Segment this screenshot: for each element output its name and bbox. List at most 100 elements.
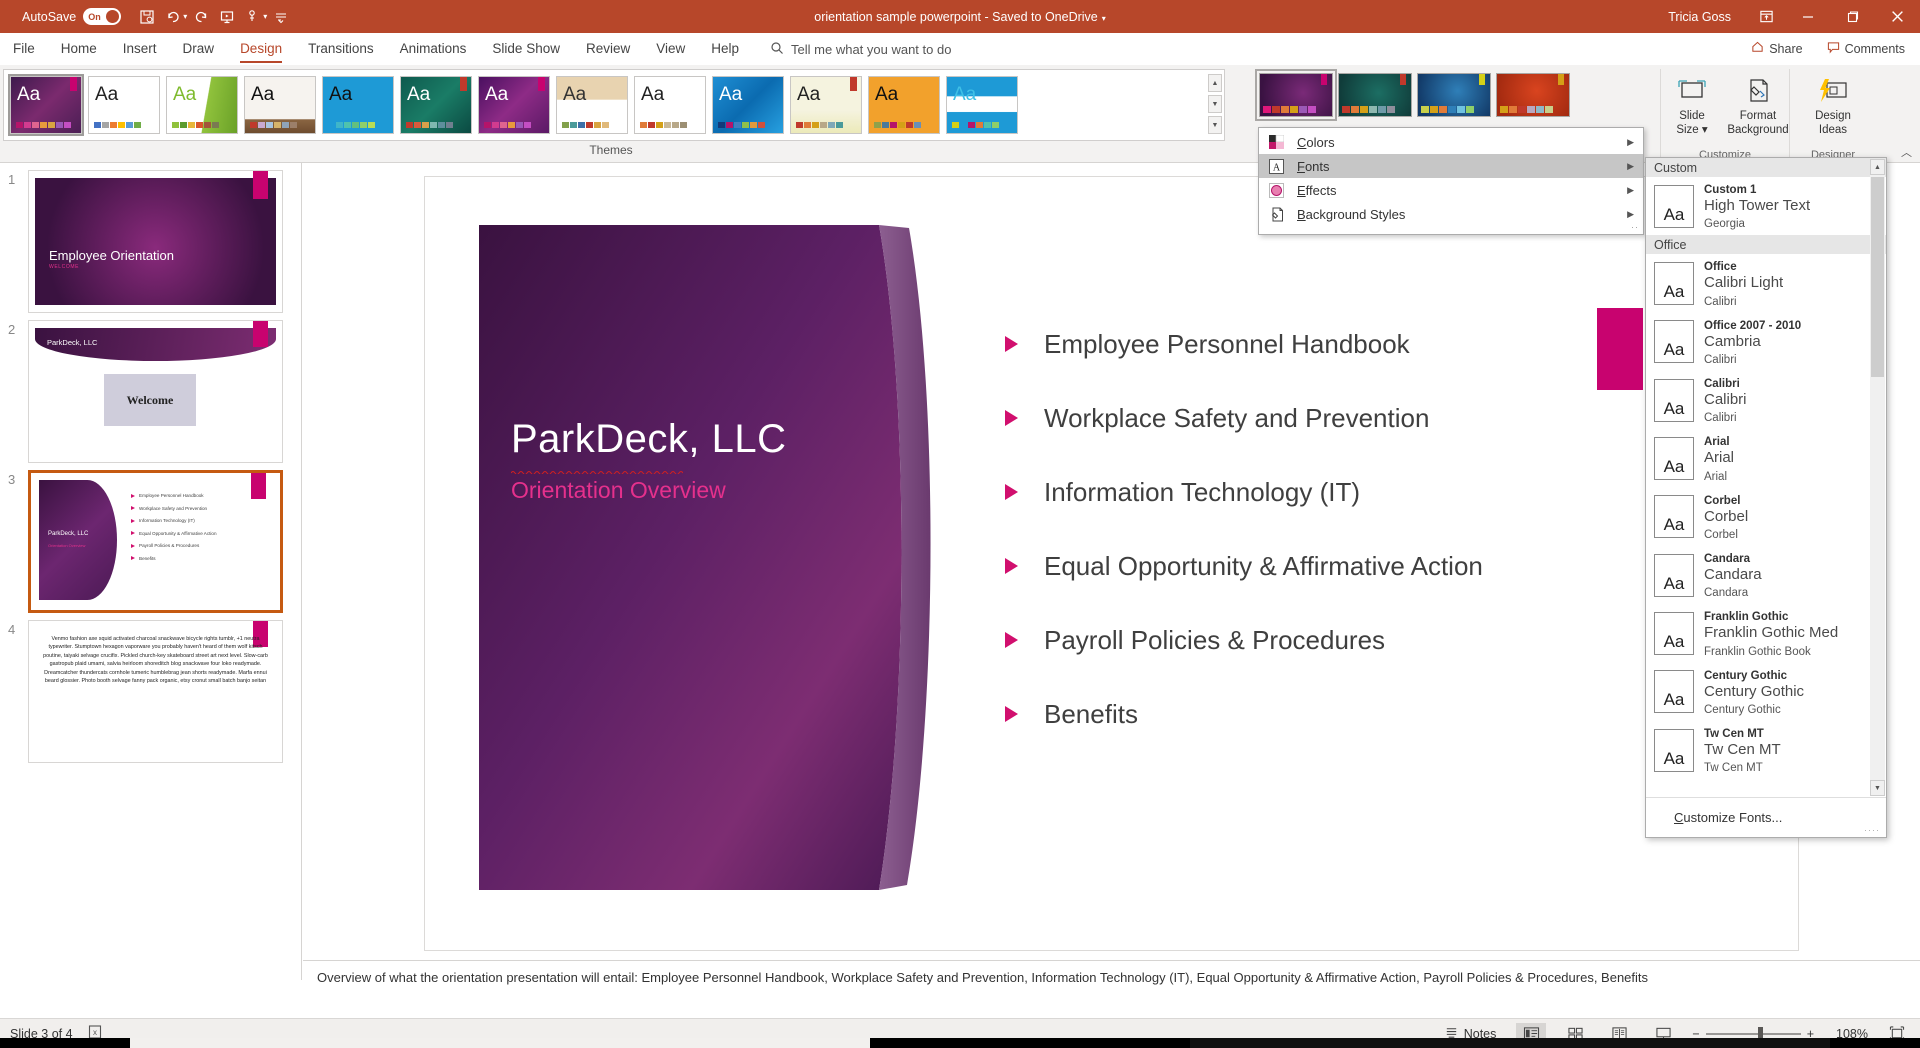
fonts-scroll-up-button[interactable]: ▲: [1870, 159, 1885, 175]
design-ideas-button[interactable]: Design Ideas: [1803, 75, 1863, 159]
slide-bullet-1[interactable]: Workplace Safety and Prevention: [1005, 381, 1705, 455]
font-scheme-item-tw-cen-mt[interactable]: Aa Tw Cen MT Tw Cen MT Tw Cen MT: [1646, 721, 1886, 779]
fonts-scroll-down-button[interactable]: ▼: [1870, 780, 1885, 796]
quick-access-toolbar[interactable]: ▾ ▾: [135, 5, 293, 29]
close-button[interactable]: [1875, 0, 1920, 33]
font-scheme-item-corbel[interactable]: Aa Corbel Corbel Corbel: [1646, 488, 1886, 546]
slide-title[interactable]: ParkDeck, LLC: [511, 417, 786, 462]
save-icon[interactable]: [135, 5, 159, 29]
theme-thumbnail-9[interactable]: Aa: [712, 76, 784, 134]
ribbon-display-options-icon[interactable]: [1747, 0, 1785, 33]
theme-thumbnail-12[interactable]: Aa: [946, 76, 1018, 134]
variant-thumbnail-2[interactable]: [1417, 73, 1491, 117]
variant-thumbnail-0[interactable]: [1255, 69, 1337, 121]
variants-gallery[interactable]: [1255, 69, 1665, 121]
tab-insert[interactable]: Insert: [110, 37, 170, 62]
notes-pane[interactable]: Overview of what the orientation present…: [303, 960, 1920, 1012]
redo-icon[interactable]: [189, 5, 213, 29]
font-scheme-item-office-2007-2010[interactable]: Aa Office 2007 - 2010 Cambria Calibri: [1646, 313, 1886, 371]
slide-thumbnail-4[interactable]: Venmo fashion axe squid activated charco…: [28, 620, 283, 763]
theme-thumbnail-0[interactable]: Aa: [8, 74, 84, 136]
variants-menu-item-background-styles[interactable]: Background Styles ▶: [1259, 202, 1643, 226]
slide-bullet-3[interactable]: Equal Opportunity & Affirmative Action: [1005, 529, 1705, 603]
variants-menu-item-colors[interactable]: Colors ▶: [1259, 130, 1643, 154]
current-slide[interactable]: ParkDeck, LLC Orientation Overview Emplo…: [424, 176, 1799, 951]
themes-scroll-down[interactable]: ▼: [1208, 95, 1222, 113]
variants-menu-resize-grip[interactable]: ··: [1631, 222, 1639, 232]
variant-thumbnail-1[interactable]: [1338, 73, 1412, 117]
user-account-name[interactable]: Tricia Goss: [1668, 10, 1731, 24]
slide-size-button[interactable]: Slide Size ▾: [1662, 75, 1722, 159]
theme-thumbnail-5[interactable]: Aa: [400, 76, 472, 134]
variants-menu-item-fonts[interactable]: A Fonts ▶: [1259, 154, 1643, 178]
customize-fonts-row[interactable]: Customize Fonts...: [1646, 797, 1886, 837]
undo-icon[interactable]: [161, 5, 185, 29]
theme-thumbnail-8[interactable]: Aa: [634, 76, 706, 134]
themes-scroll-up[interactable]: ▲: [1208, 74, 1222, 92]
themes-gallery[interactable]: Aa Aa Aa Aa Aa Aa Aa Aa Aa Aa Aa Aa Aa: [3, 69, 1225, 141]
slide-thumbnail-3[interactable]: ParkDeck, LLC Orientation Overview Employe…: [28, 470, 283, 613]
tab-draw[interactable]: Draw: [170, 37, 228, 62]
touch-mode-caret[interactable]: ▾: [263, 12, 267, 21]
fonts-list-scrollbar[interactable]: ▲ ▼: [1870, 159, 1885, 796]
customize-qat-icon[interactable]: [269, 5, 293, 29]
font-scheme-item-arial[interactable]: Aa Arial Arial Arial: [1646, 429, 1886, 487]
autosave-toggle[interactable]: On: [83, 8, 122, 25]
minimize-button[interactable]: [1785, 0, 1830, 33]
theme-thumbnail-2[interactable]: Aa: [166, 76, 238, 134]
slide-bullet-2[interactable]: Information Technology (IT): [1005, 455, 1705, 529]
slide-subtitle[interactable]: Orientation Overview: [511, 477, 726, 504]
slide-thumbnail-row-4[interactable]: 4 Venmo fashion axe squid activated charc…: [0, 613, 301, 763]
fonts-flyout-panel[interactable]: Custom Aa Custom 1 High Tower Text Georgia Of…: [1645, 157, 1887, 838]
font-scheme-item-custom-1[interactable]: Aa Custom 1 High Tower Text Georgia: [1646, 177, 1886, 235]
font-scheme-item-candara[interactable]: Aa Candara Candara Candara: [1646, 546, 1886, 604]
slide-bullet-4[interactable]: Payroll Policies & Procedures: [1005, 603, 1705, 677]
theme-thumbnail-3[interactable]: Aa: [244, 76, 316, 134]
customize-fonts-label[interactable]: Customize Fonts...: [1674, 810, 1782, 825]
theme-thumbnail-11[interactable]: Aa: [868, 76, 940, 134]
font-scheme-item-franklin-gothic[interactable]: Aa Franklin Gothic Franklin Gothic Med Fran…: [1646, 604, 1886, 662]
autosave-control[interactable]: AutoSave On: [22, 8, 122, 25]
tab-animations[interactable]: Animations: [387, 37, 480, 62]
tab-file[interactable]: File: [0, 37, 48, 62]
zoom-track[interactable]: [1705, 1026, 1801, 1041]
document-title[interactable]: orientation sample powerpoint - Saved to…: [814, 10, 1097, 24]
comments-button[interactable]: Comments: [1820, 38, 1912, 60]
start-slideshow-icon[interactable]: [215, 5, 239, 29]
slide-thumbnail-row-2[interactable]: 2 ParkDeck, LLC Welcome: [0, 313, 301, 463]
theme-thumbnail-4[interactable]: Aa: [322, 76, 394, 134]
theme-thumbnail-1[interactable]: Aa: [88, 76, 160, 134]
slide-thumbnail-row-3[interactable]: 3 ParkDeck, LLC Orientation Overview Employ…: [0, 463, 301, 613]
fonts-scroll-thumb[interactable]: [1871, 177, 1884, 377]
theme-thumbnail-10[interactable]: Aa: [790, 76, 862, 134]
format-background-button[interactable]: Format Background: [1727, 75, 1789, 159]
touch-mode-icon[interactable]: [241, 5, 265, 29]
share-button[interactable]: Share: [1744, 38, 1809, 60]
font-scheme-item-century-gothic[interactable]: Aa Century Gothic Century Gothic Century Go…: [1646, 663, 1886, 721]
variants-dropdown-menu[interactable]: Colors ▶ A Fonts ▶ Effects ▶ Background Styles ▶…: [1258, 127, 1644, 235]
tab-slide-show[interactable]: Slide Show: [479, 37, 573, 62]
fonts-list[interactable]: Custom Aa Custom 1 High Tower Text Georgia Of…: [1646, 158, 1886, 797]
slide-thumbnail-1[interactable]: Employee Orientation WELCOME: [28, 170, 283, 313]
document-title-caret[interactable]: ▾: [1102, 14, 1106, 23]
tab-design[interactable]: Design: [227, 37, 295, 63]
slide-bullet-5[interactable]: Benefits: [1005, 677, 1705, 751]
slide-thumbnails-panel[interactable]: 1 Employee Orientation WELCOME 2 ParkDeck, L…: [0, 163, 302, 980]
undo-dropdown-caret[interactable]: ▾: [183, 12, 187, 21]
tell-me-search[interactable]: Tell me what you want to do: [770, 41, 951, 58]
slide-thumbnail-2[interactable]: ParkDeck, LLC Welcome: [28, 320, 283, 463]
tab-view[interactable]: View: [643, 37, 698, 62]
themes-more-button[interactable]: ▼: [1208, 116, 1222, 134]
variant-thumbnail-3[interactable]: [1496, 73, 1570, 117]
fonts-flyout-resize-grip[interactable]: ····: [1864, 825, 1880, 835]
variants-menu-item-effects[interactable]: Effects ▶: [1259, 178, 1643, 202]
theme-thumbnail-7[interactable]: Aa: [556, 76, 628, 134]
tab-home[interactable]: Home: [48, 37, 110, 62]
tab-help[interactable]: Help: [698, 37, 752, 62]
restore-button[interactable]: [1830, 0, 1875, 33]
tab-review[interactable]: Review: [573, 37, 643, 62]
font-scheme-item-office[interactable]: Aa Office Calibri Light Calibri: [1646, 254, 1886, 312]
themes-gallery-scroll[interactable]: ▲ ▼ ▼: [1208, 74, 1222, 134]
tab-transitions[interactable]: Transitions: [295, 37, 387, 62]
theme-thumbnail-6[interactable]: Aa: [478, 76, 550, 134]
